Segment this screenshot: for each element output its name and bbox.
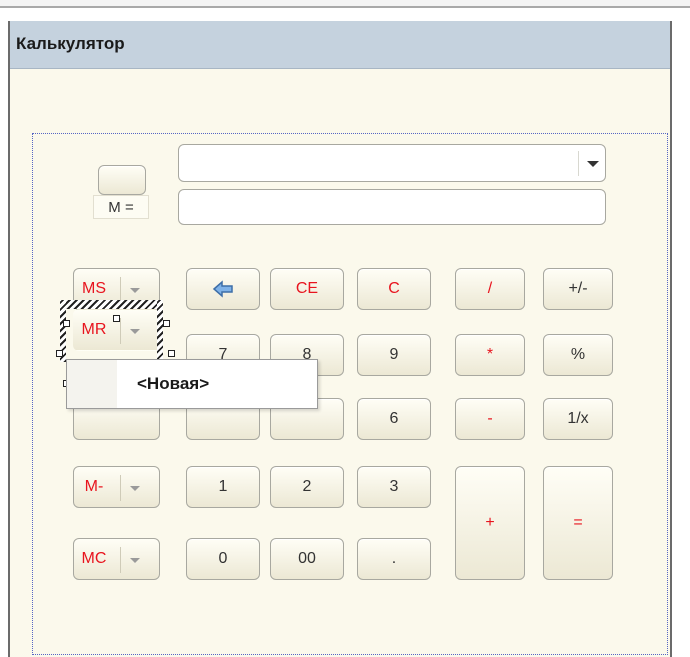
equals-button[interactable]: = xyxy=(543,466,613,580)
blank-square-button[interactable] xyxy=(98,165,146,195)
title-bar: Калькулятор xyxy=(10,21,670,69)
combo-separator xyxy=(578,151,579,176)
mr-separator xyxy=(120,318,121,344)
mr-dropdown-icon[interactable] xyxy=(130,329,140,334)
m-minus-dropdown-icon[interactable] xyxy=(130,486,140,491)
mc-separator xyxy=(120,547,121,573)
digit-2-button[interactable]: 2 xyxy=(270,466,344,508)
menu-icon-gutter xyxy=(67,360,117,408)
resize-handle-top-left[interactable] xyxy=(63,320,70,327)
digit-9-button[interactable]: 9 xyxy=(357,334,431,376)
c-button[interactable]: C xyxy=(357,268,431,310)
percent-button[interactable]: % xyxy=(543,334,613,376)
memory-indicator-label: M = xyxy=(93,195,149,219)
ce-button[interactable]: CE xyxy=(270,268,344,310)
double-zero-button[interactable]: 00 xyxy=(270,538,344,580)
decimal-point-button[interactable]: . xyxy=(357,538,431,580)
digit-3-button[interactable]: 3 xyxy=(357,466,431,508)
minus-button[interactable]: - xyxy=(455,398,525,440)
ms-dropdown-icon[interactable] xyxy=(130,288,140,293)
selection-hatch-right xyxy=(157,300,163,362)
selection-hatch-top xyxy=(60,300,161,309)
backspace-button[interactable] xyxy=(186,268,260,310)
top-border xyxy=(0,0,690,8)
result-input[interactable] xyxy=(178,189,606,225)
resize-handle-left[interactable] xyxy=(56,350,63,357)
mc-label: MC xyxy=(81,550,107,567)
menu-item-new[interactable]: <Новая> xyxy=(137,374,209,394)
digit-0-button[interactable]: 0 xyxy=(186,538,260,580)
digit-6-button[interactable]: 6 xyxy=(357,398,431,440)
divide-button[interactable]: / xyxy=(455,268,525,310)
backspace-icon xyxy=(212,280,233,298)
window-title: Калькулятор xyxy=(16,34,125,53)
m-minus-label: M- xyxy=(84,478,104,495)
memory-dropdown-menu: <Новая> xyxy=(66,359,318,409)
m-minus-button[interactable]: M- xyxy=(73,466,160,508)
plus-button[interactable]: + xyxy=(455,466,525,580)
mr-label: MR xyxy=(81,321,107,338)
mc-dropdown-icon[interactable] xyxy=(130,558,140,563)
dropdown-arrow-icon[interactable] xyxy=(587,161,599,167)
resize-handle-right[interactable] xyxy=(168,350,175,357)
reciprocal-button[interactable]: 1/x xyxy=(543,398,613,440)
resize-handle-top[interactable] xyxy=(113,315,120,322)
m-minus-separator xyxy=(120,475,121,501)
sign-button[interactable]: +/- xyxy=(543,268,613,310)
expression-combo[interactable] xyxy=(178,144,606,182)
multiply-button[interactable]: * xyxy=(455,334,525,376)
digit-1-button[interactable]: 1 xyxy=(186,466,260,508)
resize-handle-top-right[interactable] xyxy=(163,320,170,327)
mc-button[interactable]: MC xyxy=(73,538,160,580)
